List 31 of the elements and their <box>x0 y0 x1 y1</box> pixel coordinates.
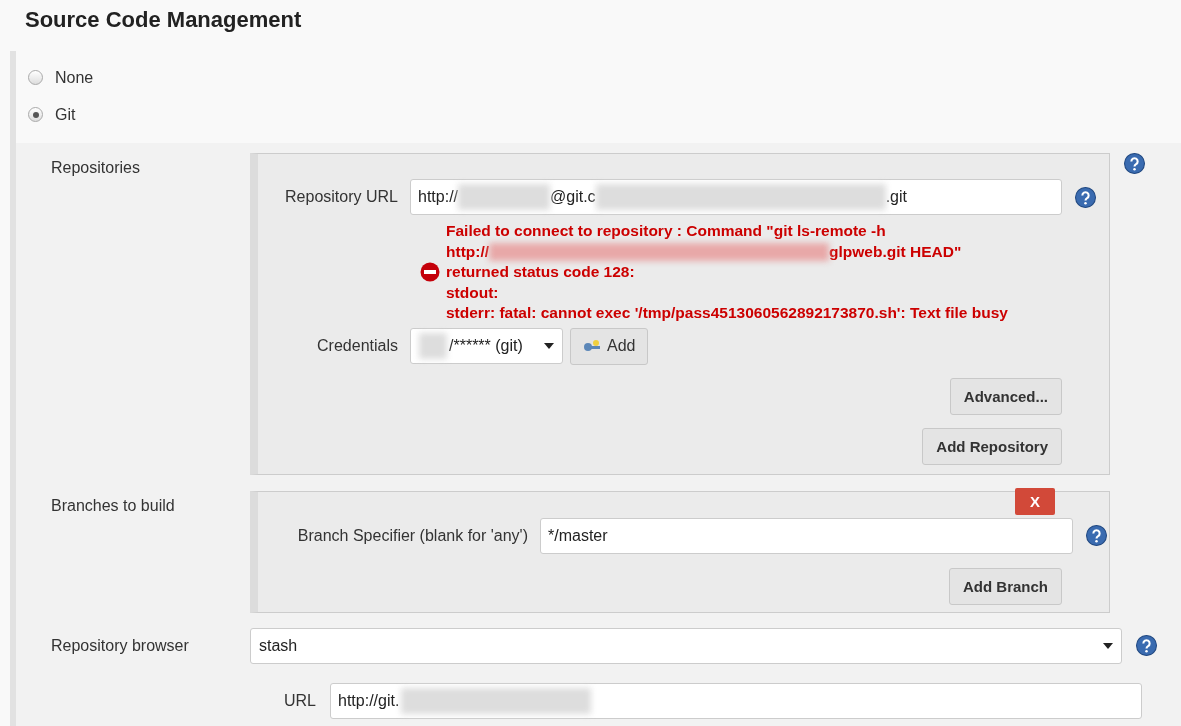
field-label: Repository browser <box>51 636 189 654</box>
credentials-select[interactable]: /****** (git) <box>410 328 563 364</box>
url-field[interactable]: http://git. <box>330 682 1142 719</box>
repository-browser-select[interactable]: stash <box>250 627 1122 664</box>
help-icon[interactable] <box>1086 525 1107 546</box>
caret-icon <box>544 343 554 349</box>
delete-button[interactable]: X <box>1015 487 1055 515</box>
radio-label[interactable]: None <box>55 68 94 87</box>
repository-url-field[interactable]: http:// @git.c .git <box>410 179 1062 215</box>
error-icon <box>420 262 440 283</box>
advanced-button[interactable]: Advanced... <box>949 377 1062 415</box>
add-repository-button[interactable]: Add Repository <box>922 427 1062 465</box>
radio-label[interactable]: Git <box>55 105 76 124</box>
field-label: Repository URL <box>284 188 399 206</box>
field-label: Repositories <box>51 159 140 176</box>
radio-button[interactable] <box>28 70 43 85</box>
branch-specifier-field[interactable]: */master <box>540 517 1073 554</box>
field-label: Credentials <box>316 337 399 355</box>
help-icon[interactable] <box>1075 186 1096 208</box>
add-branch-button[interactable]: Add Branch <box>949 567 1062 605</box>
help-icon[interactable] <box>1124 153 1145 174</box>
section-title: Source Code Management <box>24 6 303 34</box>
error-message: Failed to connect to repository : Command "git ls-remote -h http:// glpweb.git HEAD" returned status code 128: stdout: stderr: fatal: cannot exec '/tmp/pass4513060562892173870.sh': Text file busy <box>446 221 1008 324</box>
add-credentials-button[interactable]: Add <box>570 327 649 365</box>
field-label: Branch Specifier (blank for 'any') <box>296 526 529 545</box>
caret-icon <box>1103 642 1113 649</box>
field-label: URL <box>283 691 317 710</box>
radio-button[interactable] <box>28 107 43 122</box>
key-icon <box>583 339 603 353</box>
help-icon[interactable] <box>1136 635 1157 656</box>
field-label: Branches to build <box>51 496 175 514</box>
